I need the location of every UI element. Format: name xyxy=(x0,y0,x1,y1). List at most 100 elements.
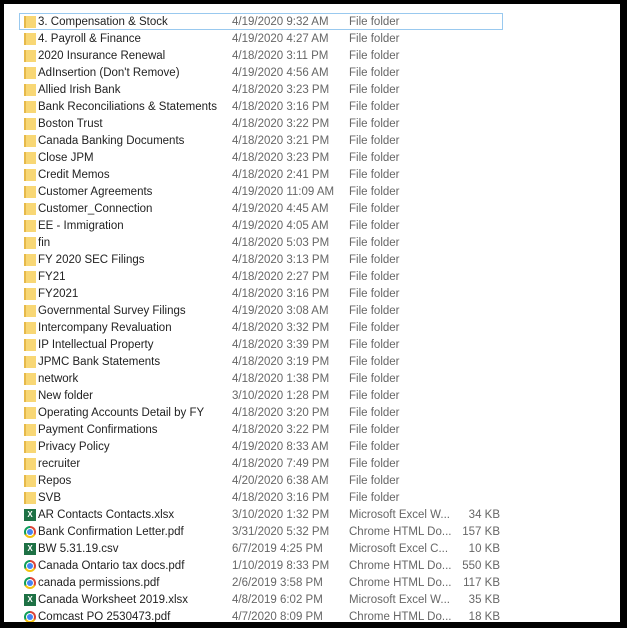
file-row[interactable]: Canada Ontario tax docs.pdf 1/10/2019 8:3… xyxy=(19,557,503,574)
file-row[interactable]: FY 2020 SEC Filings 4/18/2020 3:13 PM File… xyxy=(19,251,503,268)
file-type: File folder xyxy=(349,492,400,504)
file-type: File folder xyxy=(349,390,400,402)
file-row[interactable]: Customer Agreements 4/19/2020 11:09 AM Fil… xyxy=(19,183,503,200)
file-row[interactable]: Allied Irish Bank 4/18/2020 3:23 PM File f… xyxy=(19,81,503,98)
date-modified: 4/18/2020 5:03 PM xyxy=(232,237,330,249)
date-modified: 4/19/2020 4:27 AM xyxy=(232,33,329,45)
folder-icon xyxy=(24,50,36,62)
file-row[interactable]: Privacy Policy 4/19/2020 8:33 AM File fold… xyxy=(19,438,503,455)
folder-icon xyxy=(24,169,36,181)
file-name: Operating Accounts Detail by FY xyxy=(38,407,205,419)
file-row[interactable]: Customer_Connection 4/19/2020 4:45 AM File… xyxy=(19,200,503,217)
file-type: File folder xyxy=(349,407,400,419)
file-row[interactable]: Credit Memos 4/18/2020 2:41 PM File folder xyxy=(19,166,503,183)
file-row[interactable]: JPMC Bank Statements 4/18/2020 3:19 PM Fil… xyxy=(19,353,503,370)
folder-icon xyxy=(24,101,36,113)
file-row[interactable]: X AR Contacts Contacts.xlsx 3/10/2020 1:32… xyxy=(19,506,503,523)
file-row[interactable]: X Canada Worksheet 2019.xlsx 4/8/2019 6:02… xyxy=(19,591,503,608)
file-name: Allied Irish Bank xyxy=(38,84,121,96)
file-row[interactable]: Governmental Survey Filings 4/19/2020 3:0… xyxy=(19,302,503,319)
file-name: fin xyxy=(38,237,51,249)
date-modified: 4/18/2020 7:49 PM xyxy=(232,458,330,470)
file-row[interactable]: 2020 Insurance Renewal 4/18/2020 3:11 PM F… xyxy=(19,47,503,64)
folder-icon xyxy=(24,288,36,300)
chrome-pdf-icon xyxy=(24,526,36,538)
file-type: Microsoft Excel C... xyxy=(349,543,449,555)
date-modified: 3/31/2020 5:32 PM xyxy=(232,526,330,538)
file-size: 117 KB xyxy=(463,577,500,589)
folder-icon xyxy=(24,135,36,147)
file-row[interactable]: IP Intellectual Property 4/18/2020 3:39 P… xyxy=(19,336,503,353)
file-row[interactable]: Comcast PO 2530473.pdf 4/7/2020 8:09 PM Ch… xyxy=(19,608,503,622)
file-name: Customer_Connection xyxy=(38,203,153,215)
folder-icon xyxy=(24,186,36,198)
file-type: File folder xyxy=(349,356,400,368)
file-type: Microsoft Excel W... xyxy=(349,594,450,606)
file-name: Canada Banking Documents xyxy=(38,135,185,147)
file-row[interactable]: network 4/18/2020 1:38 PM File folder xyxy=(19,370,503,387)
date-modified: 4/20/2020 6:38 AM xyxy=(232,475,329,487)
date-modified: 4/18/2020 3:23 PM xyxy=(232,84,330,96)
folder-icon xyxy=(24,271,36,283)
date-modified: 4/19/2020 11:09 AM xyxy=(232,186,335,198)
date-modified: 4/19/2020 4:45 AM xyxy=(232,203,329,215)
date-modified: 4/18/2020 3:13 PM xyxy=(232,254,330,266)
file-type: File folder xyxy=(349,441,400,453)
folder-icon xyxy=(24,458,36,470)
file-name: Payment Confirmations xyxy=(38,424,158,436)
file-row[interactable]: EE - Immigration 4/19/2020 4:05 AM File fo… xyxy=(19,217,503,234)
file-list: 3. Compensation & Stock 4/19/2020 9:32 AM… xyxy=(4,4,620,622)
file-type: File folder xyxy=(349,152,400,164)
date-modified: 4/18/2020 3:23 PM xyxy=(232,152,330,164)
file-name: FY 2020 SEC Filings xyxy=(38,254,145,266)
file-size: 18 KB xyxy=(468,611,500,622)
file-row[interactable]: fin 4/18/2020 5:03 PM File folder xyxy=(19,234,503,251)
file-type: File folder xyxy=(349,118,400,130)
file-row[interactable]: canada permissions.pdf 2/6/2019 3:58 PM Ch… xyxy=(19,574,503,591)
file-name: Privacy Policy xyxy=(38,441,110,453)
file-row[interactable]: New folder 3/10/2020 1:28 PM File folder xyxy=(19,387,503,404)
file-name: Bank Confirmation Letter.pdf xyxy=(38,526,184,538)
file-row[interactable]: Bank Reconciliations & Statements 4/18/20… xyxy=(19,98,503,115)
file-row[interactable]: Payment Confirmations 4/18/2020 3:22 PM Fi… xyxy=(19,421,503,438)
file-row[interactable]: X BW 5.31.19.csv 6/7/2019 4:25 PM Microsoft… xyxy=(19,540,503,557)
file-row[interactable]: Operating Accounts Detail by FY 4/18/2020… xyxy=(19,404,503,421)
file-row[interactable]: Bank Confirmation Letter.pdf 3/31/2020 5:… xyxy=(19,523,503,540)
file-row[interactable]: AdInsertion (Don't Remove) 4/19/2020 4:56… xyxy=(19,64,503,81)
file-row[interactable]: 3. Compensation & Stock 4/19/2020 9:32 AM… xyxy=(19,13,503,30)
file-name: Governmental Survey Filings xyxy=(38,305,186,317)
file-name: Bank Reconciliations & Statements xyxy=(38,101,217,113)
file-row[interactable]: Close JPM 4/18/2020 3:23 PM File folder xyxy=(19,149,503,166)
date-modified: 4/18/2020 3:16 PM xyxy=(232,288,330,300)
file-type: File folder xyxy=(349,305,400,317)
date-modified: 3/10/2020 1:28 PM xyxy=(232,390,330,402)
file-row[interactable]: Boston Trust 4/18/2020 3:22 PM File folder xyxy=(19,115,503,132)
folder-icon xyxy=(24,67,36,79)
folder-icon xyxy=(24,424,36,436)
excel-file-icon: X xyxy=(24,543,36,555)
file-row[interactable]: FY21 4/18/2020 2:27 PM File folder xyxy=(19,268,503,285)
file-row[interactable]: Repos 4/20/2020 6:38 AM File folder xyxy=(19,472,503,489)
file-row[interactable]: SVB 4/18/2020 3:16 PM File folder xyxy=(19,489,503,506)
file-row[interactable]: recruiter 4/18/2020 7:49 PM File folder xyxy=(19,455,503,472)
date-modified: 3/10/2020 1:32 PM xyxy=(232,509,330,521)
file-row[interactable]: Intercompany Revaluation 4/18/2020 3:32 P… xyxy=(19,319,503,336)
file-name: Intercompany Revaluation xyxy=(38,322,172,334)
folder-icon xyxy=(24,33,36,45)
excel-file-icon: X xyxy=(24,594,36,606)
file-row[interactable]: 4. Payroll & Finance 4/19/2020 4:27 AM Fil… xyxy=(19,30,503,47)
file-type: Chrome HTML Do... xyxy=(349,577,452,589)
date-modified: 6/7/2019 4:25 PM xyxy=(232,543,323,555)
file-type: File folder xyxy=(349,135,400,147)
file-type: File folder xyxy=(349,339,400,351)
file-type: File folder xyxy=(349,458,400,470)
date-modified: 4/18/2020 2:41 PM xyxy=(232,169,330,181)
file-type: File folder xyxy=(349,237,400,249)
file-name: Boston Trust xyxy=(38,118,103,130)
folder-icon xyxy=(24,407,36,419)
file-type: File folder xyxy=(349,33,400,45)
file-row[interactable]: Canada Banking Documents 4/18/2020 3:21 P… xyxy=(19,132,503,149)
file-row[interactable]: FY2021 4/18/2020 3:16 PM File folder xyxy=(19,285,503,302)
folder-icon xyxy=(24,441,36,453)
file-type: File folder xyxy=(349,373,400,385)
